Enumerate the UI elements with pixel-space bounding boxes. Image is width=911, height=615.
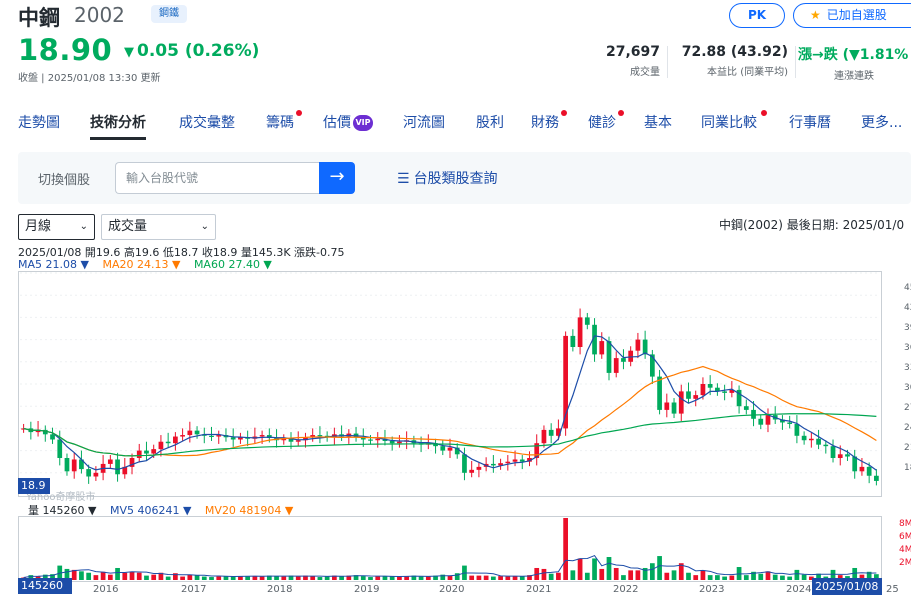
candle-body <box>317 435 323 437</box>
candle-body <box>115 459 120 475</box>
candle-body <box>722 391 727 393</box>
candle-body <box>686 391 691 399</box>
candle-body <box>505 461 511 464</box>
candle-body <box>368 439 373 441</box>
volume-axis-tick: 6M <box>899 532 911 542</box>
candle-body <box>664 402 670 410</box>
candle-body <box>635 339 641 351</box>
candle-body <box>801 435 807 441</box>
candle-body <box>599 341 605 355</box>
candle-body <box>173 436 178 444</box>
candle-body <box>375 438 381 441</box>
candle-body <box>93 472 99 477</box>
x-axis-tick: 2019 <box>354 584 380 595</box>
candle-body <box>584 317 590 325</box>
x-axis-tick: 2023 <box>699 584 725 595</box>
last-date-flag: 2025/01/08 <box>812 578 882 595</box>
candle-body <box>230 437 236 440</box>
candle-body <box>107 459 113 464</box>
candle-body <box>678 391 684 414</box>
candle-body <box>440 446 446 451</box>
candle-body <box>743 406 749 410</box>
volume-axis-tick: 4M <box>899 545 911 555</box>
x-axis-tick: 25 <box>886 584 899 595</box>
candle-body <box>859 466 865 472</box>
candle-body <box>700 384 706 396</box>
candle-body <box>50 434 55 440</box>
x-axis-tick: 2016 <box>93 584 119 595</box>
candle-body <box>158 441 164 450</box>
candle-body <box>389 440 395 444</box>
volume-axis-tick: 2M <box>899 558 911 568</box>
x-axis-tick: 2024 <box>786 584 812 595</box>
candle-body <box>577 317 583 347</box>
y-axis-tick: 30 <box>904 383 911 393</box>
candle-body <box>613 358 619 373</box>
candle-body <box>671 402 677 414</box>
candle-body <box>165 441 171 444</box>
candle-body <box>512 459 518 462</box>
y-axis-tick: 33 <box>904 363 911 373</box>
candle-body <box>136 450 142 458</box>
candle-body <box>866 466 872 476</box>
y-axis-tick: 45 <box>904 283 911 293</box>
y-axis-tick: 21 <box>904 443 911 453</box>
candle-body <box>462 454 467 473</box>
last-price-flag: 18.9 <box>18 478 50 494</box>
candle-body <box>259 435 265 437</box>
candle-body <box>621 358 626 362</box>
candle-body <box>180 435 185 437</box>
candle-body <box>476 466 482 470</box>
candle-body <box>816 438 821 445</box>
candle-body <box>787 422 793 424</box>
y-axis-tick: 36 <box>904 343 911 353</box>
candle-body <box>151 449 157 454</box>
candle-body <box>642 339 648 355</box>
candle-body <box>194 430 200 435</box>
x-axis-tick: 2021 <box>526 584 552 595</box>
candle-body <box>837 454 843 458</box>
candle-body <box>606 341 612 373</box>
candle-body <box>57 439 63 458</box>
x-axis-tick: 2020 <box>439 584 465 595</box>
volume-axis-tick: 8M <box>899 519 911 529</box>
candle-body <box>765 415 771 425</box>
candle-body <box>447 447 453 451</box>
candle-body <box>295 440 301 442</box>
candle-body <box>845 454 850 457</box>
candle-body <box>541 429 547 444</box>
candle-body <box>187 430 193 436</box>
candle-body <box>707 384 713 388</box>
volume-chart-frame[interactable] <box>18 516 882 582</box>
candle-body <box>71 459 77 472</box>
candle-body <box>397 441 402 444</box>
candle-body <box>808 438 814 441</box>
candle-body <box>490 463 496 466</box>
candle-body <box>144 450 149 454</box>
candle-body <box>758 418 764 425</box>
candle-body <box>64 458 70 472</box>
last-volume-flag: 145260 <box>18 578 72 594</box>
y-axis-tick: 39 <box>904 323 911 333</box>
candle-body <box>794 423 800 436</box>
candle-body <box>693 395 699 399</box>
candle-body <box>548 429 554 436</box>
candle-body <box>657 376 662 410</box>
candle-body <box>874 475 879 481</box>
y-axis-tick: 18 <box>904 463 911 473</box>
candle-body <box>823 444 829 447</box>
candle-body <box>209 435 214 437</box>
y-axis-tick: 27 <box>904 403 911 413</box>
candle-body <box>469 469 475 473</box>
candle-body <box>751 409 756 419</box>
x-axis-tick: 2022 <box>613 584 639 595</box>
x-axis-tick: 2018 <box>267 584 293 595</box>
candle-body <box>649 354 655 377</box>
candle-body <box>830 446 836 458</box>
y-axis-tick: 42 <box>904 303 911 313</box>
y-axis-tick: 24 <box>904 423 911 433</box>
candle-body <box>86 469 92 477</box>
candle-body <box>570 335 576 347</box>
x-axis-tick: 2017 <box>181 584 207 595</box>
